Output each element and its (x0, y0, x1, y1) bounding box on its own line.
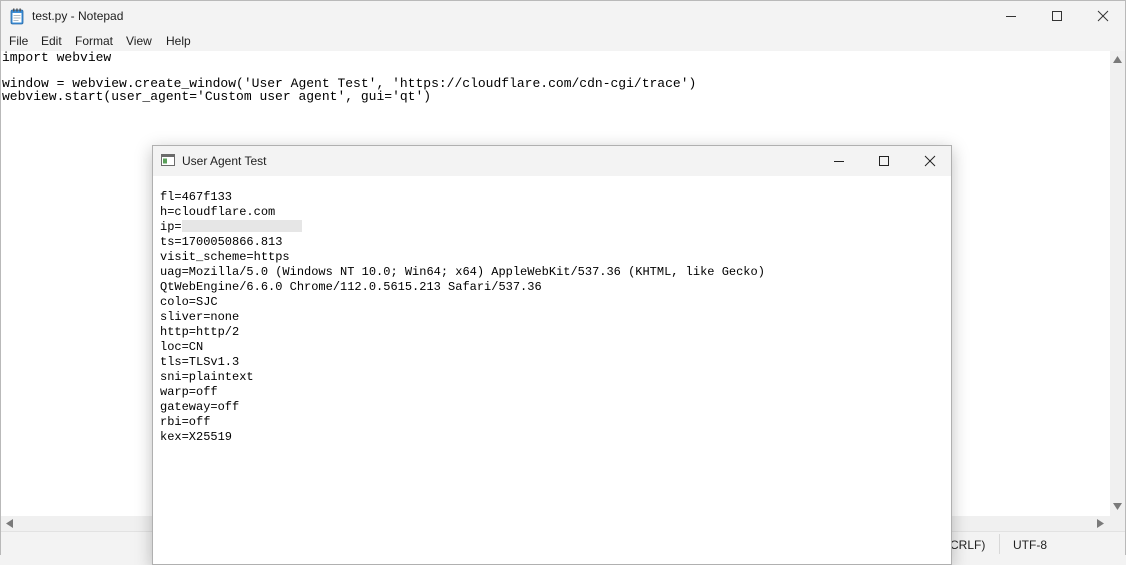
menu-format[interactable]: Format (75, 34, 113, 48)
trace-line: warp=off (160, 385, 218, 399)
trace-line: uag=Mozilla/5.0 (Windows NT 10.0; Win64;… (160, 265, 765, 279)
status-encoding: UTF-8 (1013, 538, 1047, 552)
ip-label: ip= (160, 220, 182, 234)
code-line: import webview (2, 50, 112, 65)
scroll-down-icon[interactable] (1113, 503, 1122, 510)
close-icon (924, 155, 936, 167)
trace-line: visit_scheme=https (160, 250, 290, 264)
minimize-icon (1006, 16, 1016, 17)
maximize-button[interactable] (1034, 1, 1080, 32)
trace-line: fl=467f133 (160, 190, 233, 204)
close-icon (1097, 10, 1109, 22)
ua-maximize-button[interactable] (861, 146, 907, 177)
trace-line: tls=TLSv1.3 (160, 355, 240, 369)
trace-line-ip: ip= (160, 220, 302, 234)
vertical-scrollbar[interactable] (1110, 51, 1125, 516)
notepad-window-title: test.py - Notepad (32, 9, 124, 23)
trace-line: kex=X25519 (160, 430, 233, 444)
maximize-icon (879, 156, 889, 166)
scroll-up-icon[interactable] (1113, 56, 1122, 63)
menu-view[interactable]: View (126, 34, 152, 48)
scroll-right-icon[interactable] (1097, 519, 1104, 528)
status-divider (999, 534, 1000, 554)
notepad-titlebar[interactable]: test.py - Notepad (1, 1, 1125, 32)
window-app-icon (161, 154, 175, 166)
ua-close-button[interactable] (907, 146, 953, 177)
trace-line: ts=1700050866.813 (160, 235, 283, 249)
scroll-corner (1110, 516, 1125, 531)
menu-edit[interactable]: Edit (41, 34, 62, 48)
menu-help[interactable]: Help (166, 34, 191, 48)
trace-line: h=cloudflare.com (160, 205, 276, 219)
trace-line: sliver=none (160, 310, 240, 324)
code-line: webview.start(user_agent='Custom user ag… (2, 89, 432, 104)
ua-window-titlebar[interactable]: User Agent Test (153, 146, 951, 176)
trace-line: loc=CN (160, 340, 204, 354)
trace-line: sni=plaintext (160, 370, 254, 384)
trace-line: rbi=off (160, 415, 211, 429)
trace-line: QtWebEngine/6.6.0 Chrome/112.0.5615.213 … (160, 280, 542, 294)
minimize-icon (834, 161, 844, 162)
maximize-icon (1052, 11, 1062, 21)
redacted-ip (181, 220, 302, 232)
trace-content: fl=467f133 h=cloudflare.com ip= ts=17000… (153, 176, 951, 564)
notepad-app-icon (10, 8, 24, 25)
menu-file[interactable]: File (9, 34, 28, 48)
trace-line: gateway=off (160, 400, 240, 414)
trace-line: colo=SJC (160, 295, 218, 309)
scroll-left-icon[interactable] (6, 519, 13, 528)
user-agent-test-window: User Agent Test fl=467f133 h=cloudflare.… (152, 145, 952, 565)
minimize-button[interactable] (988, 1, 1034, 32)
trace-line: http=http/2 (160, 325, 240, 339)
status-line-ending: CRLF) (950, 538, 986, 552)
close-button[interactable] (1080, 1, 1126, 32)
ua-window-title: User Agent Test (182, 154, 267, 168)
ua-minimize-button[interactable] (816, 146, 862, 177)
menu-bar: File Edit Format View Help (1, 32, 1125, 51)
